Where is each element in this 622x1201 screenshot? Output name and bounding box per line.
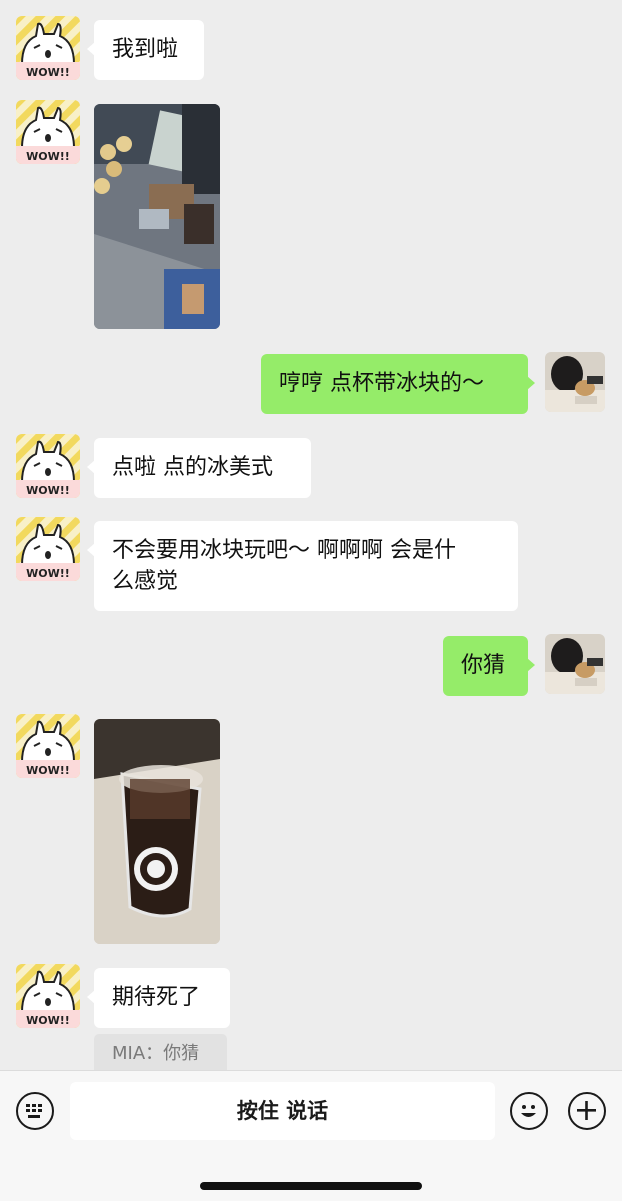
message-bubble[interactable]: 你猜 bbox=[443, 636, 535, 696]
svg-text:WOW!!: WOW!! bbox=[26, 150, 70, 163]
my-avatar[interactable] bbox=[545, 634, 605, 694]
svg-text:WOW!!: WOW!! bbox=[26, 764, 70, 777]
message-bubble[interactable]: 期待死了 bbox=[87, 968, 230, 1028]
message-bubble[interactable]: 我到啦 bbox=[87, 20, 204, 80]
contact-avatar[interactable]: WOW!! bbox=[16, 964, 80, 1028]
plus-icon[interactable] bbox=[568, 1092, 606, 1130]
hold-to-talk-button[interactable]: 按住 说话 bbox=[70, 1082, 495, 1140]
svg-text:WOW!!: WOW!! bbox=[26, 484, 70, 497]
contact-avatar[interactable]: WOW!! bbox=[16, 714, 80, 778]
svg-text:WOW!!: WOW!! bbox=[26, 66, 70, 79]
message-bubble[interactable]: 不会要用冰块玩吧～ 啊啊啊 会是什 么感觉 bbox=[87, 521, 518, 611]
message-bubble[interactable]: 点啦 点的冰美式 bbox=[87, 438, 311, 498]
iced-coffee-cup-photo[interactable] bbox=[94, 719, 220, 944]
quoted-message[interactable]: MIA：你猜 bbox=[94, 1034, 227, 1070]
contact-avatar[interactable]: WOW!! bbox=[16, 100, 80, 164]
message-bubble[interactable]: 哼哼 点杯带冰块的～ bbox=[261, 354, 535, 414]
home-indicator bbox=[200, 1182, 422, 1190]
contact-avatar[interactable]: WOW!! bbox=[16, 16, 80, 80]
svg-text:WOW!!: WOW!! bbox=[26, 567, 70, 580]
emoji-icon[interactable] bbox=[510, 1092, 548, 1130]
contact-avatar[interactable]: WOW!! bbox=[16, 434, 80, 498]
contact-avatar[interactable]: WOW!! bbox=[16, 517, 80, 581]
input-bar: 按住 说话 bbox=[0, 1070, 622, 1201]
keyboard-icon[interactable] bbox=[16, 1092, 54, 1130]
svg-text:WOW!!: WOW!! bbox=[26, 1014, 70, 1027]
chat-area: WOW!! 我到啦 WOW!! 哼哼 点杯带冰块的～ WOW!! 点啦 点的冰美… bbox=[0, 0, 622, 1070]
store-counter-photo[interactable] bbox=[94, 104, 220, 329]
my-avatar[interactable] bbox=[545, 352, 605, 412]
